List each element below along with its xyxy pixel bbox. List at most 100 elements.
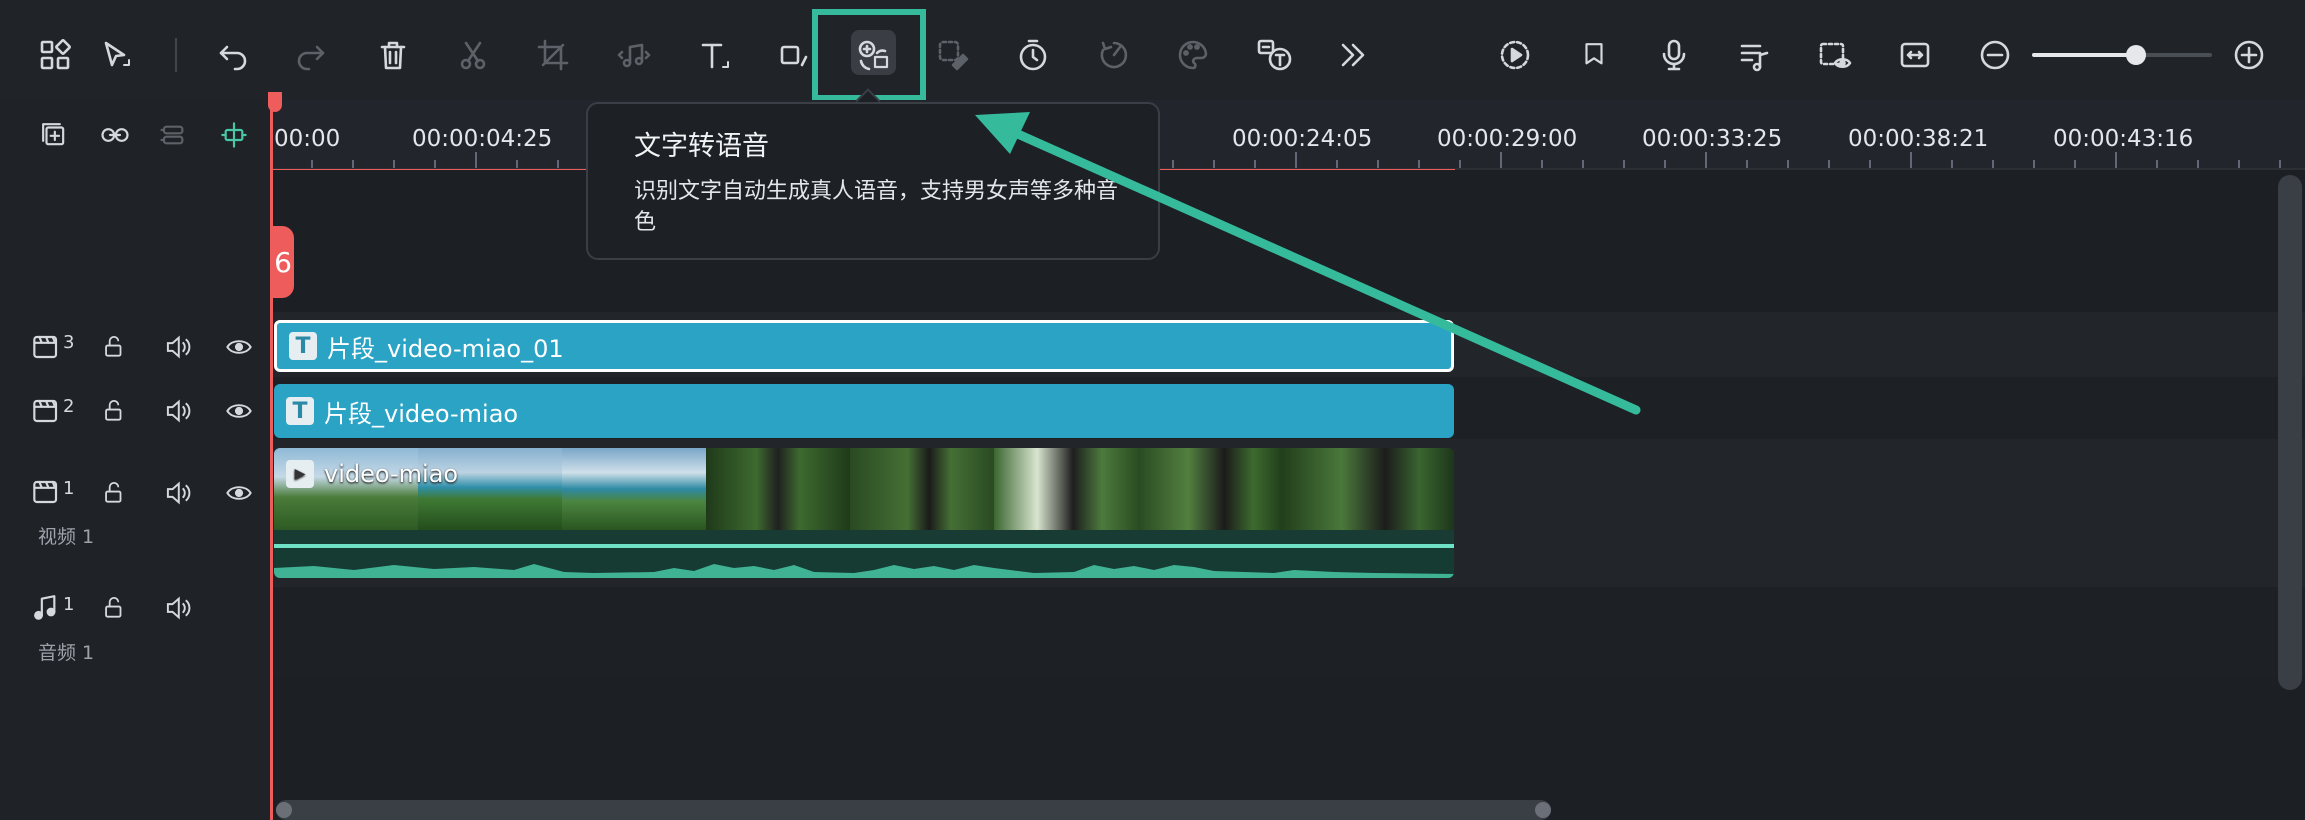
eye-icon[interactable] — [222, 476, 256, 510]
horizontal-scrollbar[interactable] — [276, 800, 1551, 820]
crop-icon[interactable] — [526, 28, 580, 82]
scrollbar-handle-right[interactable] — [1535, 802, 1551, 818]
text-clip-icon: T — [286, 397, 314, 425]
ruler-tick — [1828, 160, 1830, 168]
text-clip[interactable]: T 片段_video-miao — [274, 384, 1454, 438]
video-thumbnail — [850, 448, 994, 530]
tooltip: 文字转语音 识别文字自动生成真人语音，支持男女声等多种音色 — [586, 102, 1160, 260]
playhead-handle[interactable] — [268, 92, 282, 112]
select-arrow-icon[interactable] — [89, 28, 143, 82]
zoom-out-icon[interactable] — [1968, 28, 2022, 82]
ruler-tick — [2156, 160, 2158, 168]
ruler-tick — [2197, 160, 2199, 168]
more-icon[interactable] — [1326, 28, 1380, 82]
clip-label: 片段_video-miao — [324, 399, 519, 428]
zoom-in-icon[interactable] — [2222, 28, 2276, 82]
ruler-tick — [1951, 160, 1953, 168]
timer-icon[interactable] — [1006, 28, 1060, 82]
music-note-icon — [28, 589, 64, 625]
track-number: 2 — [63, 396, 75, 417]
unlock-icon[interactable] — [97, 394, 131, 428]
ruler-tick — [557, 160, 559, 168]
add-track-icon[interactable] — [27, 108, 81, 162]
speaker-icon[interactable] — [161, 394, 195, 428]
unlock-icon[interactable] — [97, 476, 131, 510]
waveform-graphic — [274, 564, 1454, 578]
ruler-tick — [516, 160, 518, 168]
playhead[interactable] — [270, 95, 273, 820]
tooltip-description: 识别文字自动生成真人语音，支持男女声等多种音色 — [634, 179, 1119, 235]
scrollbar-handle-left[interactable] — [276, 802, 292, 818]
ruler-tick — [1254, 160, 1256, 168]
ruler-tick — [1541, 160, 1543, 168]
ruler-tick — [1213, 160, 1215, 168]
snap-icon[interactable] — [207, 108, 261, 162]
mask-icon[interactable] — [926, 28, 980, 82]
ruler-tick — [1746, 160, 1748, 168]
timecode-label: 00:00 — [274, 126, 341, 152]
redo-icon[interactable] — [284, 28, 338, 82]
ruler-tick — [1172, 160, 1174, 168]
video-track-icon — [28, 393, 64, 429]
ruler-tick — [1869, 160, 1871, 168]
video-thumbnail — [994, 448, 1138, 530]
ruler-tick — [2033, 160, 2035, 168]
group-icon[interactable] — [147, 108, 201, 162]
playhead-badge: 6 — [272, 226, 294, 298]
track-name: 视频 1 — [38, 526, 95, 548]
unlock-icon[interactable] — [97, 330, 131, 364]
eye-icon[interactable] — [222, 330, 256, 364]
music-list-icon[interactable] — [1727, 28, 1781, 82]
link-icon[interactable] — [88, 108, 142, 162]
speaker-icon[interactable] — [161, 476, 195, 510]
toolbar-divider — [175, 38, 177, 72]
unlock-icon[interactable] — [97, 591, 131, 625]
apps-grid-icon[interactable] — [28, 28, 82, 82]
timecode-label: 00:00:24:05 — [1232, 126, 1373, 152]
ruler-tick — [2238, 160, 2240, 168]
timecode-label: 00:00:04:25 — [412, 126, 553, 152]
video-track-icon — [28, 474, 64, 510]
ruler-tick — [1992, 160, 1994, 168]
fit-icon[interactable] — [1888, 28, 1942, 82]
timecode-label: 00:00:43:16 — [2053, 126, 2194, 152]
render-preview-icon[interactable] — [1488, 28, 1542, 82]
speech-to-text-icon[interactable] — [1247, 28, 1301, 82]
audio-icon[interactable] — [607, 28, 661, 82]
play-icon: ▶ — [286, 460, 314, 488]
ruler-tick — [1910, 152, 1912, 168]
clip-label: video-miao — [324, 460, 459, 488]
ruler-tick — [434, 160, 436, 168]
ruler-tick — [1582, 160, 1584, 168]
ruler-tick — [2074, 160, 2076, 168]
color-palette-icon[interactable] — [1166, 28, 1220, 82]
zoom-slider[interactable] — [2032, 45, 2212, 65]
speed-icon[interactable] — [1087, 28, 1141, 82]
speaker-icon[interactable] — [161, 330, 195, 364]
vertical-scrollbar[interactable] — [2278, 175, 2302, 690]
video-clip[interactable]: ▶ video-miao — [274, 448, 1454, 578]
highlight-box — [812, 9, 926, 101]
track-number: 1 — [63, 478, 75, 499]
text-clip-icon: T — [289, 332, 317, 360]
undo-icon[interactable] — [206, 28, 260, 82]
speaker-icon[interactable] — [161, 591, 195, 625]
video-thumbnail — [706, 448, 850, 530]
ruler-tick — [1336, 160, 1338, 168]
main-toolbar — [0, 0, 2305, 100]
ruler-tick — [1418, 160, 1420, 168]
preview-icon[interactable] — [1808, 28, 1862, 82]
text-icon[interactable] — [688, 28, 742, 82]
tooltip-title: 文字转语音 — [634, 131, 769, 162]
ruler-tick — [311, 160, 313, 168]
cut-icon[interactable] — [446, 28, 500, 82]
delete-icon[interactable] — [366, 28, 420, 82]
zoom-slider-fill — [2032, 53, 2137, 57]
text-clip-selected[interactable]: T 片段_video-miao_01 — [274, 320, 1454, 372]
eye-icon[interactable] — [222, 394, 256, 428]
marker-icon[interactable] — [1567, 28, 1621, 82]
ruler-tick — [393, 160, 395, 168]
track-number: 1 — [63, 594, 75, 615]
ruler-tick — [1787, 160, 1789, 168]
microphone-icon[interactable] — [1647, 28, 1701, 82]
